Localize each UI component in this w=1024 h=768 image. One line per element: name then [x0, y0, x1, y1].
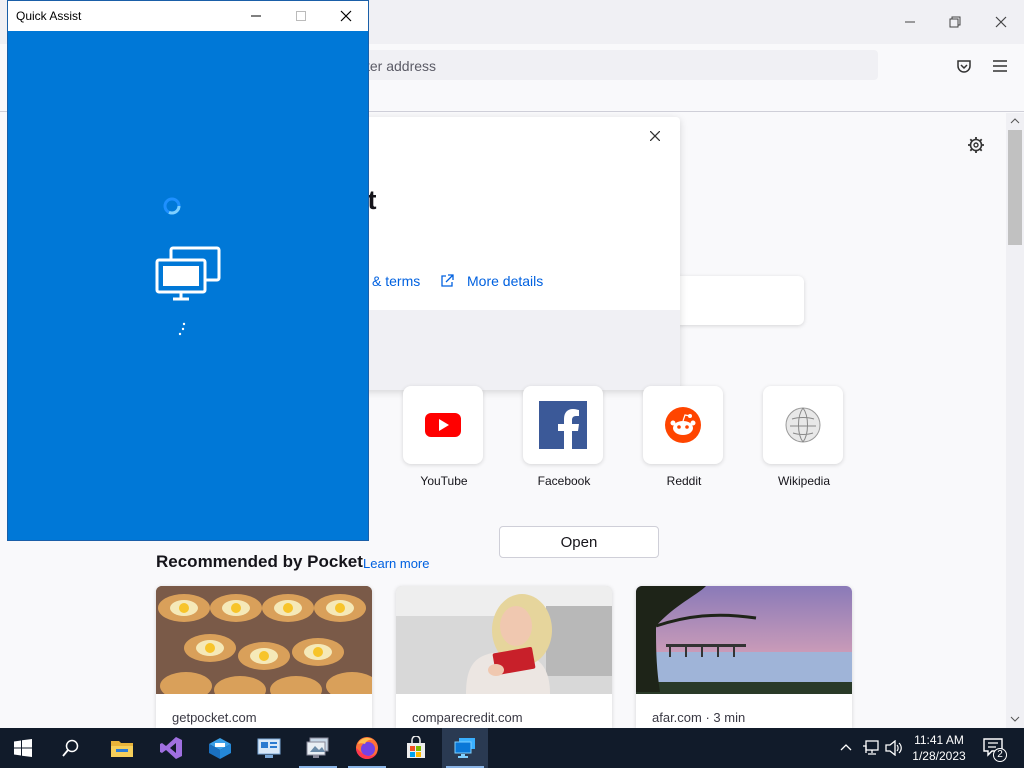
network-status-icon[interactable] — [862, 740, 880, 756]
system-clock[interactable]: 11:41 AM 1/28/2023 — [906, 732, 972, 764]
taskbar-firefox[interactable] — [344, 728, 390, 768]
firefox-icon — [356, 737, 378, 759]
taskbar-remote-desktop[interactable] — [295, 728, 341, 768]
qa-minimize-button[interactable] — [233, 1, 278, 31]
start-button[interactable] — [0, 728, 46, 768]
notification-badge: 2 — [993, 748, 1007, 762]
quick-assist-title: Quick Assist — [16, 9, 82, 23]
restore-icon — [949, 16, 961, 28]
top-site-reddit[interactable]: Reddit — [643, 386, 725, 488]
qa-close-button[interactable] — [323, 1, 368, 31]
more-details-link[interactable]: More details — [467, 273, 543, 289]
top-site-facebook[interactable]: Facebook — [523, 386, 605, 488]
network-icon — [257, 738, 281, 758]
scroll-down-icon[interactable] — [1010, 715, 1020, 723]
card-source: comparecredit.com — [412, 710, 523, 725]
close-icon — [995, 16, 1007, 28]
close-icon — [340, 10, 351, 22]
visual-studio-icon — [160, 737, 182, 759]
pocket-learn-more-link[interactable]: Learn more — [363, 556, 429, 571]
clock-time: 11:41 AM — [914, 733, 964, 747]
site-label: YouTube — [420, 474, 468, 488]
show-hidden-icons-icon[interactable] — [840, 742, 852, 752]
file-explorer-icon — [111, 741, 133, 757]
close-icon — [650, 131, 660, 141]
url-bar[interactable]: ter address — [300, 50, 878, 80]
pocket-button[interactable] — [952, 54, 976, 78]
terms-link[interactable]: & terms — [372, 273, 420, 289]
minimize-icon — [905, 21, 915, 23]
clock-date: 1/28/2023 — [912, 749, 966, 763]
pocket-section-title: Recommended by Pocket — [156, 552, 363, 571]
youtube-icon — [425, 413, 461, 437]
top-site-wikipedia[interactable]: Wikipedia — [763, 386, 845, 488]
site-tile — [763, 386, 843, 464]
dialog-close-button[interactable] — [644, 125, 666, 147]
loading-spinner-icon — [163, 197, 181, 215]
pocket-card[interactable]: getpocket.com — [156, 586, 372, 728]
scrollbar-thumb[interactable] — [1008, 130, 1022, 245]
settings-button[interactable] — [965, 134, 987, 156]
url-placeholder: ter address — [366, 58, 437, 74]
pocket-icon — [957, 60, 971, 73]
site-tile — [643, 386, 723, 464]
minimize-icon — [250, 15, 261, 17]
taskbar-quick-assist[interactable] — [442, 728, 488, 768]
site-tile — [403, 386, 483, 464]
card-image — [156, 586, 372, 694]
quick-assist-icon — [454, 738, 475, 758]
start-icon — [14, 739, 32, 757]
quick-assist-window: Quick Assist — [7, 0, 369, 541]
site-tile — [523, 386, 603, 464]
card-source: afar.com · 3 min — [652, 710, 746, 725]
volume-icon[interactable] — [885, 740, 903, 756]
quick-assist-titlebar: Quick Assist — [8, 1, 368, 31]
taskbar-file-explorer[interactable] — [99, 728, 145, 768]
taskbar-sandbox[interactable] — [197, 728, 243, 768]
taskbar-store[interactable] — [393, 728, 439, 768]
card-image — [636, 586, 852, 694]
action-center-button[interactable]: 2 — [980, 736, 1008, 762]
gear-icon — [968, 137, 984, 153]
restore-button[interactable] — [932, 0, 978, 44]
card-image — [396, 586, 612, 694]
site-label: Reddit — [666, 474, 702, 488]
search-button[interactable] — [48, 728, 94, 768]
reddit-icon — [665, 407, 701, 443]
store-icon — [407, 736, 425, 758]
sandbox-icon — [209, 738, 231, 759]
taskbar: 11:41 AM 1/28/2023 2 — [0, 728, 1024, 768]
search-box[interactable] — [678, 276, 804, 325]
qa-maximize-button — [278, 1, 323, 31]
search-icon — [62, 739, 79, 757]
maximize-icon — [295, 11, 306, 21]
wikipedia-icon — [785, 407, 821, 443]
top-site-youtube[interactable]: YouTube — [403, 386, 485, 488]
taskbar-visual-studio[interactable] — [148, 728, 194, 768]
site-label: Facebook — [537, 474, 591, 488]
progress-dots-icon — [178, 322, 186, 336]
remote-desktop-icon — [306, 737, 329, 758]
open-button[interactable]: Open — [499, 526, 659, 558]
external-link-icon — [441, 274, 454, 287]
taskbar-network[interactable] — [246, 728, 292, 768]
scroll-up-icon[interactable] — [1010, 117, 1020, 125]
close-window-button[interactable] — [978, 0, 1024, 44]
remote-screens-icon — [155, 246, 221, 301]
pocket-card[interactable]: afar.com · 3 min — [636, 586, 852, 728]
card-source: getpocket.com — [172, 710, 257, 725]
facebook-icon — [539, 401, 587, 449]
menu-button[interactable] — [988, 54, 1012, 78]
hamburger-icon — [993, 60, 1007, 72]
pocket-card[interactable]: comparecredit.com — [396, 586, 612, 728]
site-label: Wikipedia — [777, 474, 831, 488]
minimize-button[interactable] — [887, 0, 933, 44]
